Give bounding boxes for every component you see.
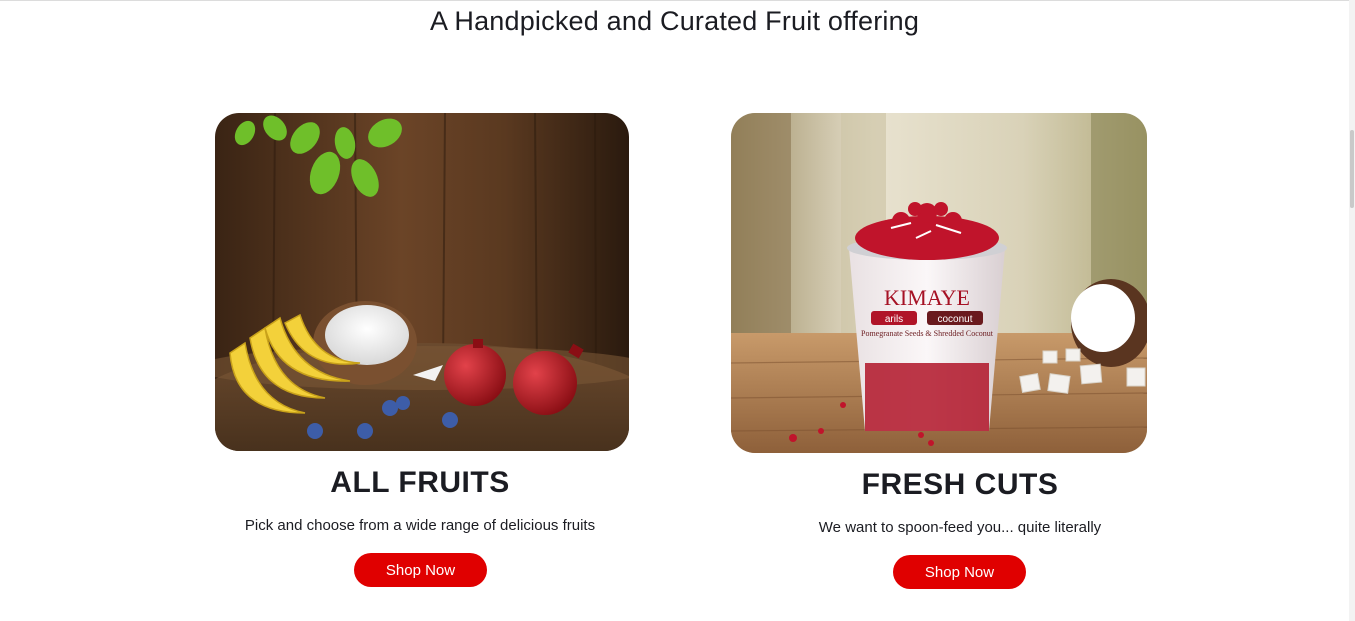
fresh-cuts-image[interactable]: KIMAYE arils coconut Pomegranate Seeds &…: [731, 113, 1147, 453]
section-title: A Handpicked and Curated Fruit offering: [429, 6, 920, 36]
cup-brand: KIMAYE: [884, 285, 970, 310]
top-border: [0, 0, 1349, 1]
scrollbar-thumb[interactable]: [1350, 130, 1354, 208]
all-fruits-image[interactable]: [215, 113, 629, 451]
cup-label-right: coconut: [937, 314, 972, 325]
scrollbar-track[interactable]: [1349, 0, 1355, 621]
card-title: ALL FRUITS: [330, 466, 510, 499]
cup-subtext: Pomegranate Seeds & Shredded Coconut: [861, 329, 994, 338]
shop-now-button[interactable]: Shop Now: [893, 555, 1026, 589]
card-title: FRESH CUTS: [861, 468, 1059, 501]
card-description: Pick and choose from a wide range of del…: [244, 517, 596, 534]
cup-label-left: arils: [885, 314, 903, 325]
shop-now-button[interactable]: Shop Now: [354, 553, 487, 587]
card-description: We want to spoon-feed you... quite liter…: [818, 519, 1102, 536]
